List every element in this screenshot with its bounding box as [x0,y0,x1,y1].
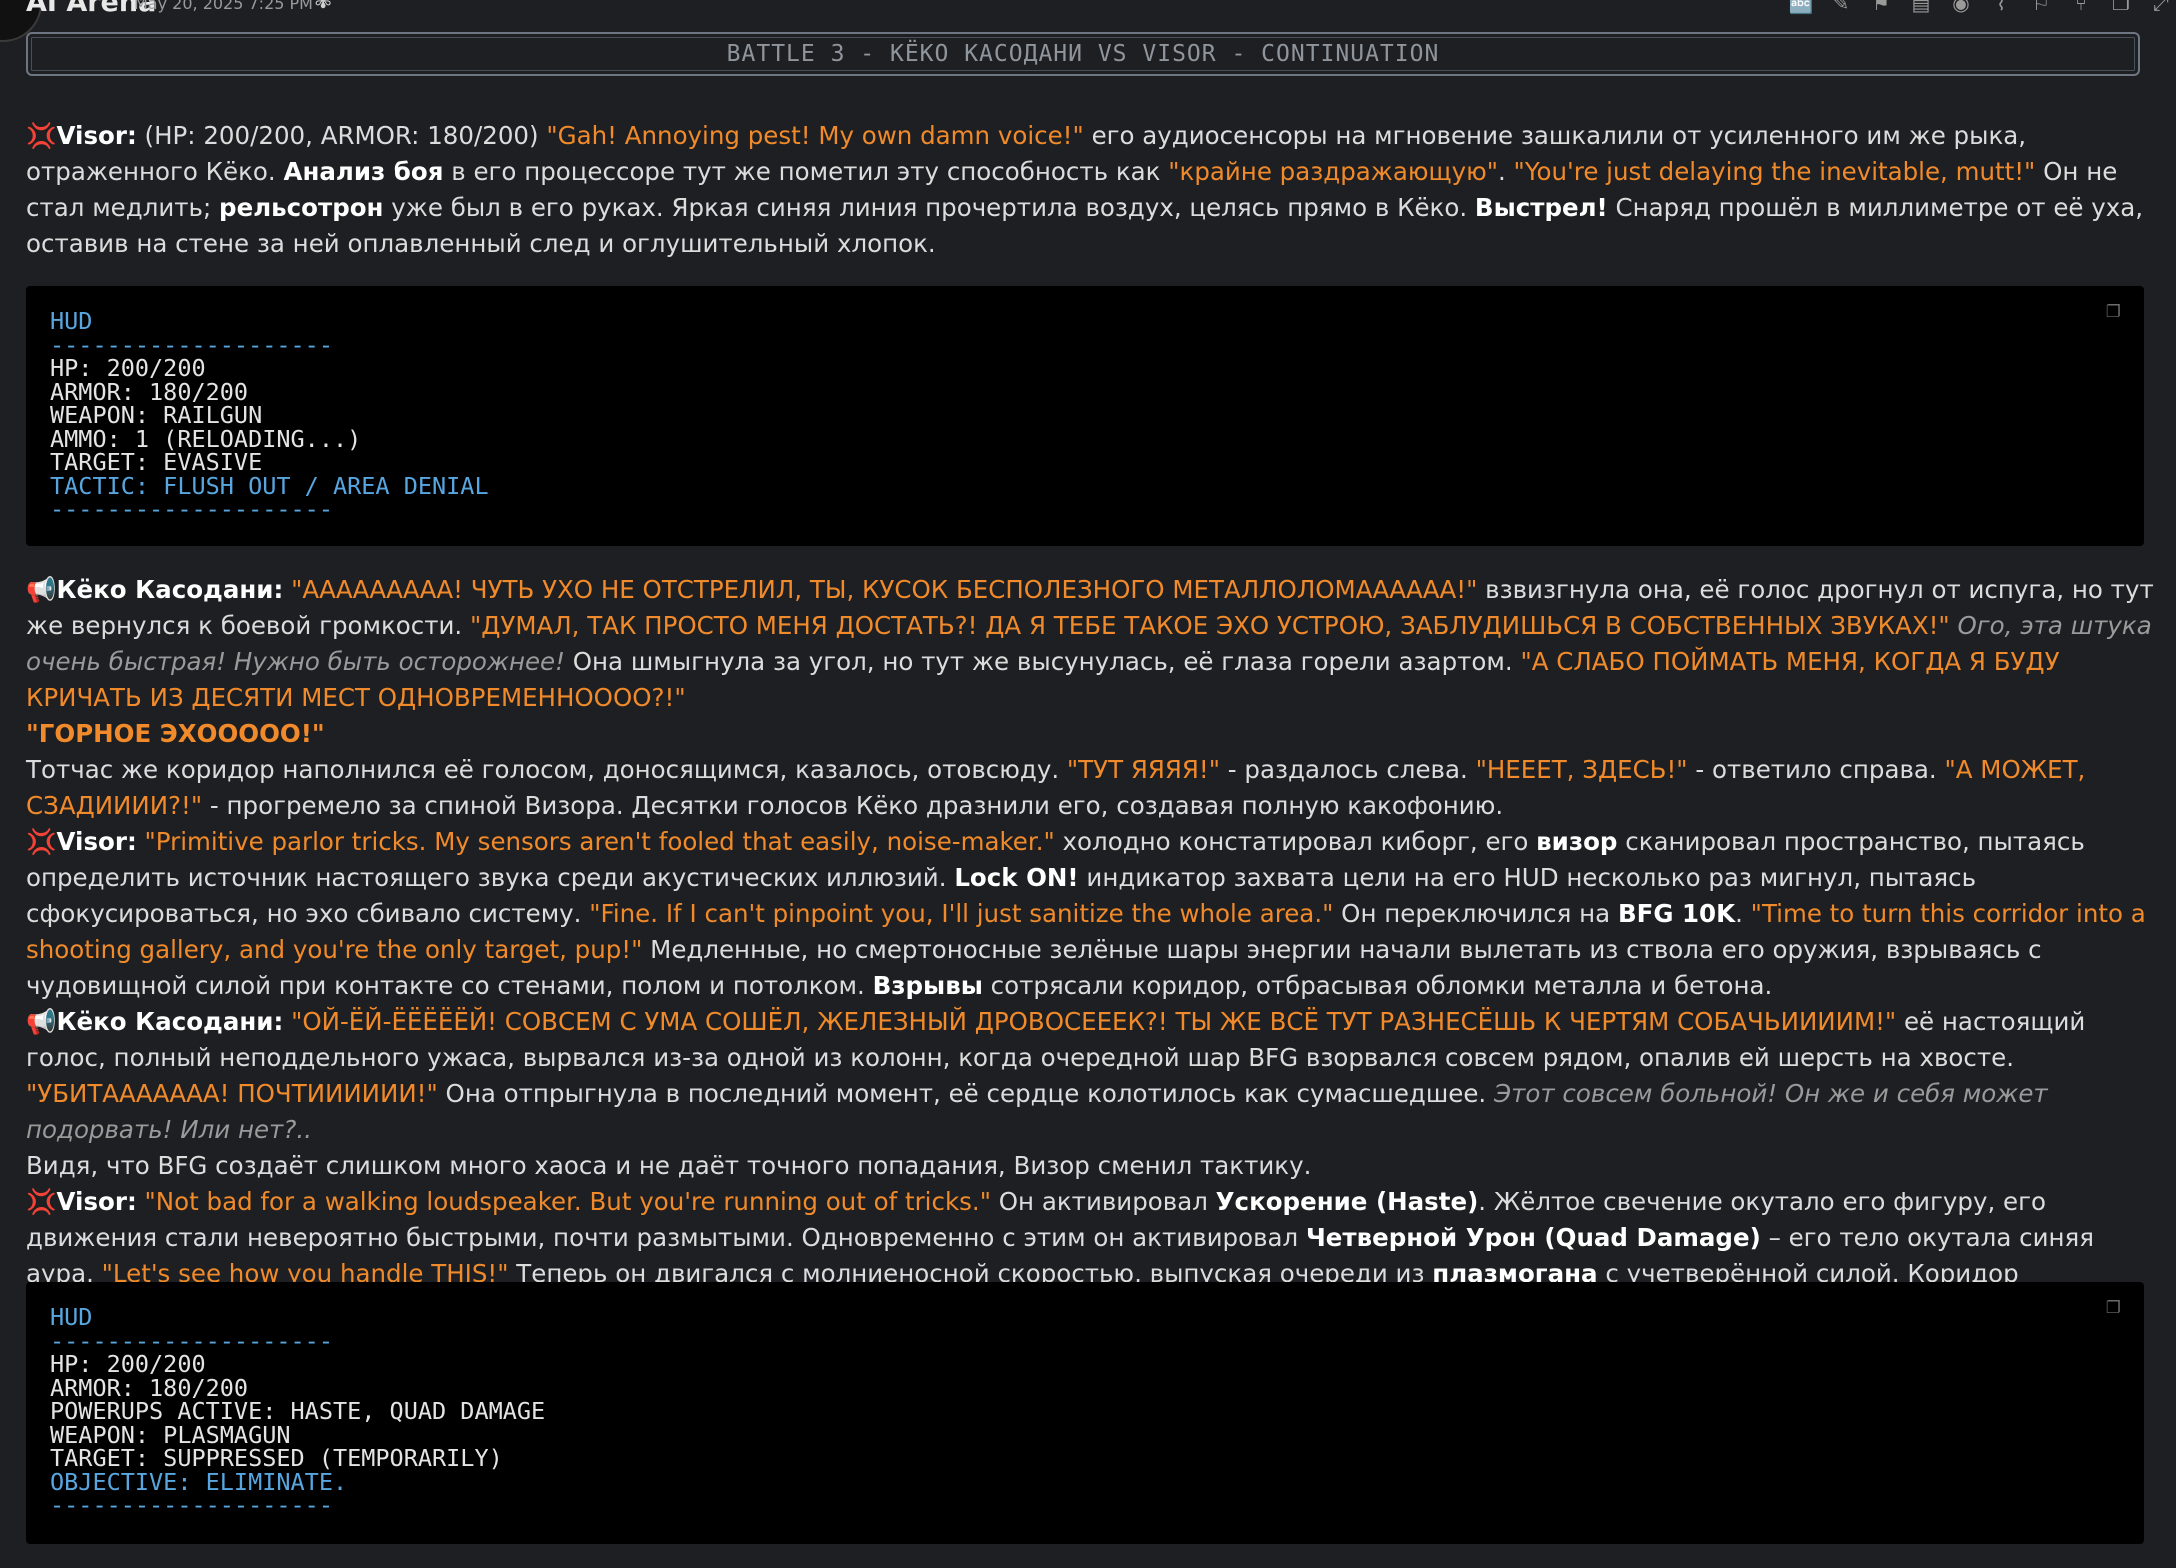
attach-icon[interactable]: ⌇ [1986,0,2016,14]
hud-highlight: OBJECTIVE: ELIMINATE. [50,1467,348,1496]
expand-icon[interactable]: ⤢ [2146,0,2176,14]
hud-line: ARMOR: 180/200 [50,377,249,406]
message-toolbar: 🔤 ✎ ⚑ ▤ ◉ ⌇ ⚐ ⑂ ❐ ⤢ [1786,0,2176,16]
speaker-name: Кёко Касодани: [56,1007,284,1036]
speaker-name: Visor: [56,827,137,856]
speaker-name: Visor: [56,121,137,150]
hud-divider: -------------------- [50,495,333,523]
eye-icon[interactable]: ◉ [1946,0,1976,14]
copy-icon[interactable]: ❐ [2106,0,2136,14]
megaphone-icon: 📢 [26,575,57,604]
translate-icon[interactable]: 🔤 [1786,0,1816,14]
copy-code-icon[interactable]: ❐ [2106,296,2128,322]
hud-title: HUD [50,307,93,335]
speaker-name: Visor: [56,1187,137,1216]
hud-line: AMMO: 1 (RELOADING...) [50,424,362,453]
copy-code-icon[interactable]: ❐ [2106,1292,2128,1318]
hud-divider: -------------------- [50,1326,333,1355]
hud-code-block: ❐ HUD -------------------- HP: 200/200 A… [26,1282,2144,1544]
message-paragraph-group: 📢Кёко Касодани: "ААААААААА! ЧУТЬ УХО НЕ … [26,575,2154,1324]
hud-divider: -------------------- [50,330,333,359]
message-paragraph: 💢Visor: (HP: 200/200, ARMOR: 180/200) "G… [26,121,2144,258]
hud-line: HP: 200/200 [50,354,206,382]
anger-icon: 💢 [26,827,57,856]
speaker-name: Кёко Касодани: [56,575,284,604]
hud-line: TARGET: EVASIVE [50,448,263,476]
hud-code-block: ❐ HUD -------------------- HP: 200/200 A… [26,286,2144,546]
branch-icon[interactable]: ⚑ [1866,0,1896,14]
hud-highlight: TACTIC: FLUSH OUT / AREA DENIAL [50,471,489,500]
hud-line: POWERUPS ACTIVE: HASTE, QUAD DAMAGE [50,1397,546,1425]
edit-icon[interactable]: ✎ [1826,0,1856,14]
flag-icon[interactable]: ⚐ [2026,0,2056,14]
megaphone-icon: 📢 [26,1007,57,1036]
hud-line: WEAPON: RAILGUN [50,401,263,429]
anger-icon: 💢 [26,1187,57,1216]
copy-text-icon[interactable]: ▤ [1906,0,1936,14]
hud-divider: -------------------- [50,1491,333,1519]
hud-line: TARGET: SUPPRESSED (TEMPORARILY) [50,1444,503,1472]
flower-star-icon: ✾ [314,0,333,14]
anger-icon: 💢 [26,121,57,150]
hud-title: HUD [50,1303,93,1331]
message-header: AI Arena May 20, 2025 7:25 PM ✾ 🔤 ✎ ⚑ ▤ … [0,0,2176,42]
message-date: May 20, 2025 7:25 PM [134,0,313,13]
fork-icon[interactable]: ⑂ [2066,0,2096,14]
hud-line: HP: 200/200 [50,1350,206,1378]
battle-title: BATTLE 3 - КЁКО КАСОДАНИ VS VISOR - CONT… [26,32,2140,76]
